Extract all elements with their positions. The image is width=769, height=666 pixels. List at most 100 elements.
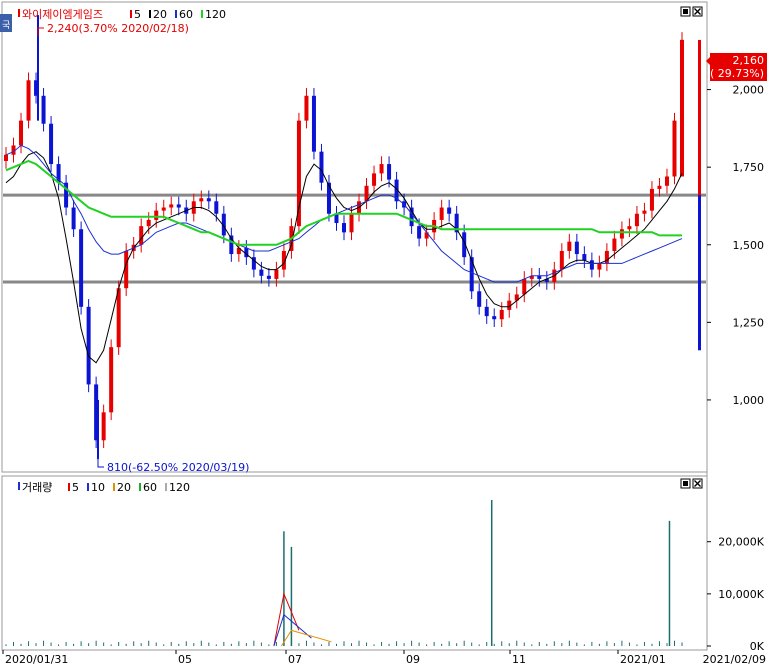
- candle-body: [424, 232, 429, 239]
- volume-tick-label: 0K: [750, 640, 765, 653]
- volume-tick-label: 10,000K: [718, 588, 764, 601]
- x-tick-label: 2021/01: [620, 653, 666, 666]
- candle-body: [499, 309, 504, 320]
- candle-body: [4, 154, 8, 161]
- last-date-label: 2021/02/09: [703, 653, 766, 666]
- candle-body: [417, 226, 422, 239]
- x-tick-label: 05: [178, 653, 192, 666]
- candle-body: [296, 120, 301, 227]
- candle-body: [589, 260, 594, 270]
- price-tick-label: 1,500: [733, 239, 765, 252]
- candle-body: [477, 291, 482, 307]
- current-price: 2,160: [733, 54, 765, 67]
- candle-body: [199, 198, 204, 202]
- volume-legend-swatch: [139, 483, 141, 491]
- price-legend-swatch: [201, 10, 203, 18]
- price-tick-label: 1,250: [733, 316, 765, 329]
- candle-body: [139, 226, 144, 245]
- candle-body: [597, 263, 602, 270]
- price-legend-label: 120: [205, 8, 226, 21]
- candle-body: [19, 120, 24, 146]
- maximize-glyph: [683, 9, 688, 14]
- price-legend-swatch: [175, 10, 177, 18]
- x-tick-label: 07: [288, 653, 302, 666]
- chart-svg: 국 와이제이엠게임즈 5 20 60 120 거래량 5 10 20 60 120 2,240…: [0, 1, 767, 666]
- volume-panel-title: 거래량: [22, 481, 52, 494]
- collapse-tab-glyph: 국: [2, 20, 10, 31]
- candle-body: [259, 269, 264, 276]
- candle-body: [349, 213, 354, 233]
- volume-legend-swatch: [68, 483, 70, 491]
- candle-body: [612, 238, 617, 251]
- price-y-ticks: 2,000 1,750 1,500 1,250 1,000: [707, 84, 764, 407]
- candle-body: [274, 269, 279, 279]
- candle-body: [206, 198, 211, 202]
- volume-legend-swatch: [87, 483, 89, 491]
- candle-body: [634, 213, 639, 227]
- price-panel-frame: [1, 1, 708, 473]
- price-panel-title: 와이제이엠게임즈: [22, 8, 103, 21]
- x-tick-label: 09: [406, 653, 420, 666]
- price-tick-label: 1,000: [733, 394, 765, 407]
- volume-legend-label: 20: [117, 481, 131, 494]
- candle-body: [387, 164, 392, 180]
- current-change: ( 29.73%): [710, 67, 764, 80]
- low-annotation: 810(-62.50% 2020/03/19): [107, 461, 249, 474]
- chart-stage: 국 와이제이엠게임즈 5 20 60 120 거래량 5 10 20 60 120 2,240…: [0, 0, 769, 666]
- candle-body: [266, 275, 271, 279]
- candle-body: [311, 95, 316, 152]
- candle-body: [109, 347, 114, 413]
- candle-body: [176, 204, 181, 208]
- candle-body: [567, 241, 572, 251]
- price-tick-label: 1,750: [733, 161, 765, 174]
- candle-body: [447, 207, 452, 214]
- candle-body: [342, 223, 346, 233]
- candle-body: [649, 188, 654, 211]
- price-legend-label: 5: [134, 8, 141, 21]
- volume-tick-label: 20,000K: [718, 536, 764, 549]
- candle-body: [71, 207, 76, 230]
- volume-y-ticks: 20,000K 10,000K 0K: [707, 536, 765, 653]
- candle-body: [627, 226, 632, 230]
- candle-body: [672, 120, 677, 177]
- candle-body: [49, 123, 54, 165]
- candle-body: [582, 254, 587, 261]
- price-legend-label: 20: [153, 8, 167, 21]
- candle-body: [604, 250, 609, 264]
- candle-body: [154, 210, 159, 220]
- price-legend-marker: [18, 9, 20, 17]
- volume-legend-label: 5: [72, 481, 79, 494]
- high-annotation: 2,240(3.70% 2020/02/18): [47, 22, 189, 35]
- volume-panel-frame: [1, 475, 708, 651]
- range-bar-up: [698, 39, 701, 196]
- volume-legend-swatch: [165, 483, 167, 491]
- candle-body: [574, 241, 579, 255]
- candle-body: [664, 176, 669, 186]
- candle-body: [41, 95, 46, 124]
- candle-body: [161, 207, 166, 211]
- candle-body: [86, 306, 91, 385]
- range-bar-down: [698, 195, 701, 351]
- candle-body: [304, 95, 309, 121]
- candle-body: [522, 278, 527, 295]
- candle-body: [642, 210, 647, 214]
- candle-body: [101, 412, 106, 441]
- price-tick-label: 2,000: [733, 84, 765, 97]
- candle-body: [657, 185, 662, 189]
- candle-body: [26, 80, 31, 121]
- last-candle: [680, 39, 684, 177]
- candle-body: [619, 229, 624, 239]
- volume-legend-swatch: [113, 483, 115, 491]
- x-tick-label: 11: [512, 653, 526, 666]
- price-legend-swatch: [130, 10, 132, 18]
- candle-body: [169, 204, 174, 208]
- candle-body: [79, 229, 84, 307]
- price-legend-label: 60: [179, 8, 193, 21]
- volume-maximize-glyph: [683, 481, 688, 486]
- volume-legend-marker: [18, 482, 20, 490]
- candle-body: [484, 306, 489, 317]
- x-tick-label: 2020/01/31: [5, 653, 68, 666]
- candle-body: [559, 250, 564, 270]
- volume-legend-label: 60: [143, 481, 157, 494]
- candle-body: [372, 173, 377, 186]
